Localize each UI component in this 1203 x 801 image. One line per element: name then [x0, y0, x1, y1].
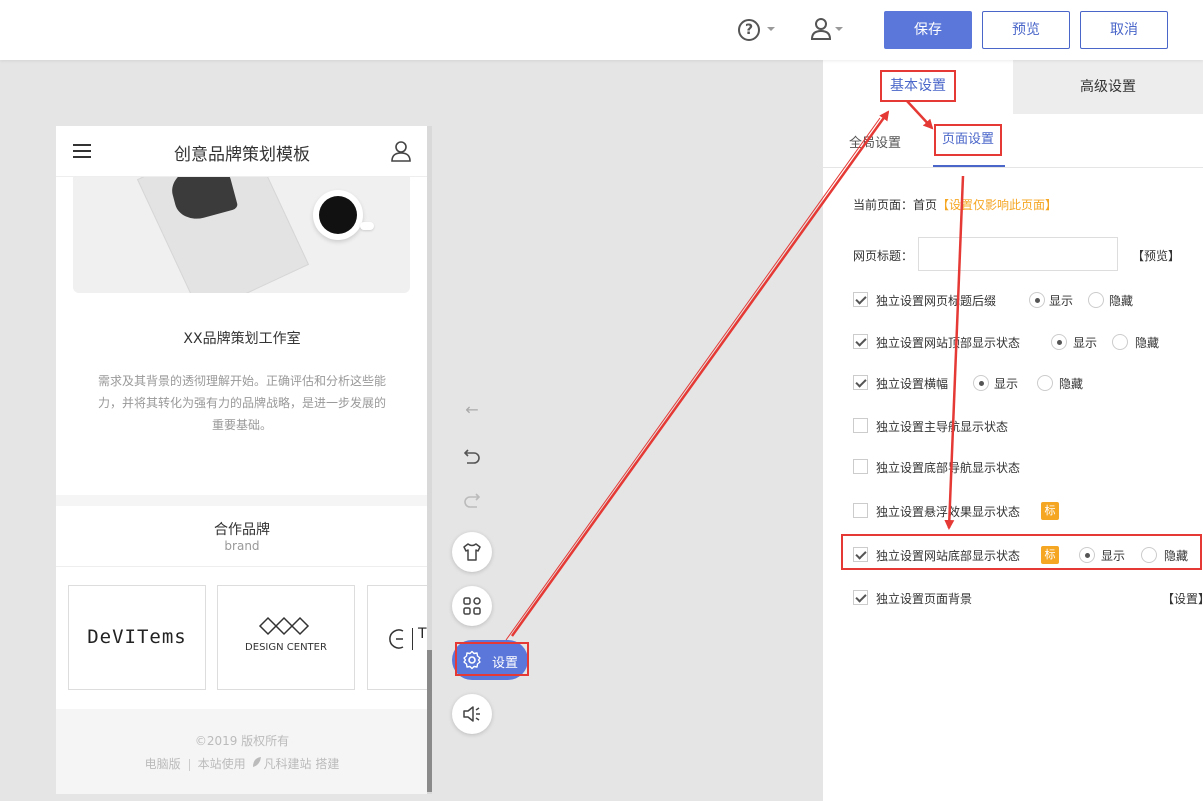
footer-link-builder[interactable]: 凡科建站 搭建 — [264, 757, 340, 771]
user-icon[interactable] — [390, 140, 412, 162]
subtabs: 全局设置 页面设置 — [823, 114, 1203, 168]
brand-logo-devitems: DeVITems — [87, 626, 187, 648]
top-bar: ? 保存 预览 取消 — [0, 0, 1203, 60]
tab-basic-label: 基本设置 — [880, 70, 956, 102]
mobile-preview: 创意品牌策划模板 XX品牌策划工作室 需求及其背景的透彻理解开始。正确评估和分析… — [56, 126, 428, 794]
copyright: ©2019 版权所有 — [194, 734, 290, 748]
theme-button[interactable] — [452, 532, 492, 572]
hero-image — [73, 177, 410, 293]
tab-advanced-settings[interactable]: 高级设置 — [1013, 60, 1203, 114]
tag-badge: 标 — [1041, 502, 1059, 520]
checkbox[interactable] — [853, 503, 868, 518]
radio-show[interactable] — [1029, 292, 1045, 308]
radio-label: 隐藏 — [1135, 336, 1160, 350]
back-arrow-icon[interactable]: ← — [462, 400, 482, 420]
highlight-box — [455, 642, 529, 676]
radio-show[interactable] — [973, 375, 989, 391]
announce-button[interactable] — [452, 694, 492, 734]
radio-label: 显示 — [994, 377, 1019, 391]
radio-label: 隐藏 — [1059, 377, 1084, 391]
undo-icon[interactable] — [463, 447, 481, 465]
redo-icon[interactable] — [463, 491, 481, 509]
option-row: 独立设置网站顶部显示状态 显示 隐藏 — [853, 332, 1193, 352]
cancel-button[interactable]: 取消 — [1080, 11, 1168, 49]
checkbox[interactable] — [853, 418, 868, 433]
chevron-down-icon[interactable] — [767, 27, 775, 31]
option-label: 独立设置页面背景 — [876, 592, 973, 606]
checkbox[interactable] — [853, 375, 868, 390]
section-divider — [56, 495, 428, 506]
highlight-box — [841, 534, 1202, 570]
radio-label: 显示 — [1049, 294, 1074, 308]
brand-logo-partial: T — [418, 626, 427, 642]
shirt-icon — [463, 543, 481, 561]
page-title-input[interactable] — [918, 237, 1118, 271]
page-title-preview-link[interactable]: 【预览】 — [1132, 247, 1180, 264]
option-label: 独立设置网页标题后缀 — [876, 294, 997, 308]
brand-card[interactable]: DESIGN CENTER — [217, 585, 355, 690]
footer-link-desktop[interactable]: 电脑版 — [145, 757, 181, 771]
current-page-info: 当前页面：首页【设置仅影响此页面】 — [853, 196, 1057, 213]
option-row: 独立设置横幅 显示 隐藏 — [853, 373, 1193, 393]
checkbox[interactable] — [853, 334, 868, 349]
question-circle-icon[interactable]: ? — [738, 19, 760, 41]
divider — [56, 566, 428, 567]
studio-title: XX品牌策划工作室 — [183, 331, 301, 347]
leaf-icon — [252, 756, 262, 768]
subtab-global[interactable]: 全局设置 — [849, 132, 901, 151]
partners-title: 合作品牌 — [214, 522, 270, 538]
checkbox[interactable] — [853, 459, 868, 474]
option-label: 独立设置底部导航显示状态 — [876, 461, 1021, 475]
option-row: 独立设置网页标题后缀 显示 隐藏 — [853, 290, 1193, 310]
current-page-label: 当前页面：首页 — [853, 198, 938, 212]
option-row: 独立设置页面背景 【设置】 — [853, 588, 1203, 608]
subtab-page[interactable]: 页面设置 — [934, 124, 1002, 156]
radio-label: 隐藏 — [1109, 294, 1134, 308]
chain-logo-icon — [258, 616, 310, 636]
option-label: 独立设置横幅 — [876, 377, 949, 391]
option-row: 独立设置底部导航显示状态 — [853, 457, 1193, 477]
active-tab-indicator — [933, 165, 1005, 167]
scrollbar-thumb[interactable] — [427, 650, 432, 792]
option-row: 独立设置主导航显示状态 — [853, 416, 1193, 436]
checkbox[interactable] — [853, 590, 868, 605]
phone-header: 创意品牌策划模板 — [56, 126, 428, 177]
partners-subtitle: brand — [224, 539, 260, 553]
brand-logo-design-center: DESIGN CENTER — [245, 642, 327, 653]
modules-button[interactable] — [452, 586, 492, 626]
footer-link-powered[interactable]: 本站使用 — [198, 757, 246, 771]
user-icon[interactable] — [810, 17, 832, 41]
preview-button[interactable]: 预览 — [982, 11, 1070, 49]
option-row: 独立设置悬浮效果显示状态 标 — [853, 501, 1193, 521]
settings-panel: 基本设置 高级设置 全局设置 页面设置 当前页面：首页【设置仅影响此页面】 网页… — [823, 60, 1203, 801]
radio-hide[interactable] — [1112, 334, 1128, 350]
save-button[interactable]: 保存 — [884, 11, 972, 49]
option-label: 独立设置悬浮效果显示状态 — [876, 505, 1021, 519]
checkbox[interactable] — [853, 292, 868, 307]
set-background-link[interactable]: 【设置】 — [1162, 590, 1203, 607]
option-label: 独立设置网站顶部显示状态 — [876, 336, 1021, 350]
studio-description: 需求及其背景的透彻理解开始。正确评估和分析这些能力，并将其转化为强有力的品牌战略… — [97, 374, 386, 432]
radio-show[interactable] — [1051, 334, 1067, 350]
radio-hide[interactable] — [1088, 292, 1104, 308]
phone-page-title: 创意品牌策划模板 — [174, 145, 310, 165]
radio-label: 显示 — [1073, 336, 1098, 350]
footer-links: 电脑版 本站使用 凡科建站 搭建 — [56, 755, 428, 772]
radio-hide[interactable] — [1037, 375, 1053, 391]
option-label: 独立设置主导航显示状态 — [876, 420, 1009, 434]
speaker-icon — [463, 706, 480, 722]
page-title-label: 网页标题： — [853, 249, 914, 263]
phone-footer: ©2019 版权所有 电脑版 本站使用 凡科建站 搭建 — [56, 709, 428, 794]
grid-icon — [463, 597, 481, 615]
brand-card[interactable]: DeVITems — [68, 585, 206, 690]
chevron-down-icon[interactable] — [835, 27, 843, 31]
current-page-note: 【设置仅影响此页面】 — [937, 198, 1058, 212]
tab-basic-settings[interactable]: 基本设置 — [823, 60, 1013, 114]
brand-partial-logo-icon — [389, 629, 404, 649]
brand-card[interactable]: T — [367, 585, 428, 690]
